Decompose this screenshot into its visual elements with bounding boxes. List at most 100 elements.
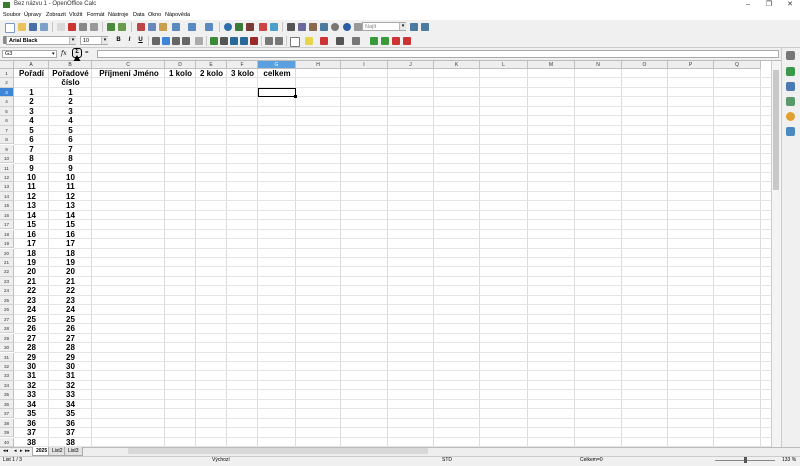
cell-order-number[interactable]: 21 bbox=[49, 277, 92, 286]
column-header-j[interactable]: J bbox=[388, 61, 434, 69]
sidebar-menu-icon[interactable] bbox=[786, 51, 795, 60]
cell-order-number[interactable]: 6 bbox=[49, 135, 92, 144]
sort-descending-icon[interactable] bbox=[246, 23, 254, 31]
cell-rank[interactable]: 27 bbox=[14, 334, 49, 343]
column-header-d[interactable]: D bbox=[165, 61, 196, 69]
cell-rank[interactable]: 2 bbox=[14, 97, 49, 106]
cell-order-number[interactable]: 19 bbox=[49, 258, 92, 267]
styles-icon[interactable] bbox=[786, 82, 795, 91]
cell-order-number[interactable]: 32 bbox=[49, 381, 92, 390]
row-header[interactable]: 25 bbox=[0, 295, 14, 306]
cell-order-number[interactable]: 25 bbox=[49, 315, 92, 324]
cell-order-number[interactable]: 13 bbox=[49, 201, 92, 210]
row-header[interactable]: 17 bbox=[0, 220, 14, 230]
cell-order-number[interactable]: 22 bbox=[49, 286, 92, 295]
align-left-icon[interactable] bbox=[152, 37, 160, 45]
row-header[interactable]: 36 bbox=[0, 399, 14, 410]
menu-help[interactable]: Nápověda bbox=[165, 10, 190, 20]
cell-order-number[interactable]: 10 bbox=[49, 173, 92, 182]
cell-order-number[interactable]: 7 bbox=[49, 145, 92, 154]
merge-cells-icon[interactable] bbox=[195, 37, 203, 45]
cell-order-number[interactable]: 34 bbox=[49, 400, 92, 409]
cell-rank[interactable]: 38 bbox=[14, 438, 49, 447]
zoom-icon[interactable] bbox=[331, 23, 339, 31]
cell-f1-header[interactable]: 3 kolo bbox=[227, 69, 258, 78]
cell-rank[interactable]: 28 bbox=[14, 343, 49, 352]
standard-format-icon[interactable] bbox=[230, 37, 238, 45]
delete-columns-icon[interactable] bbox=[403, 37, 411, 45]
row-header[interactable]: 19 bbox=[0, 239, 14, 249]
font-size-dropdown-icon[interactable]: ▾ bbox=[101, 37, 108, 44]
zoom-slider-knob[interactable] bbox=[744, 457, 747, 463]
cell-rank[interactable]: 8 bbox=[14, 154, 49, 163]
cell-rank[interactable]: 11 bbox=[14, 182, 49, 191]
cell-b2-header[interactable]: číslo bbox=[49, 78, 92, 87]
fill-handle[interactable] bbox=[294, 95, 297, 98]
row-header[interactable]: 22 bbox=[0, 267, 14, 277]
menu-edit[interactable]: Úpravy bbox=[24, 10, 41, 20]
row-header[interactable]: 27 bbox=[0, 314, 14, 324]
cell-order-number[interactable]: 2 bbox=[49, 97, 92, 106]
row-header[interactable]: 2 bbox=[0, 78, 14, 88]
cell-rank[interactable]: 30 bbox=[14, 362, 49, 371]
cell-order-number[interactable]: 18 bbox=[49, 249, 92, 258]
cell-order-number[interactable]: 26 bbox=[49, 324, 92, 333]
status-zoom[interactable]: 133 % bbox=[782, 457, 796, 463]
close-button[interactable]: ✕ bbox=[783, 0, 797, 10]
cell-order-number[interactable]: 37 bbox=[49, 428, 92, 437]
first-sheet-icon[interactable]: ◂◂ bbox=[3, 448, 8, 454]
sort-ascending-icon[interactable] bbox=[235, 23, 243, 31]
background-color-icon[interactable] bbox=[305, 37, 313, 45]
row-header[interactable]: 37 bbox=[0, 409, 14, 419]
underline-button[interactable]: U bbox=[136, 36, 145, 45]
cell-rank[interactable]: 4 bbox=[14, 116, 49, 125]
equals-button[interactable]: = bbox=[85, 50, 89, 56]
properties-icon[interactable] bbox=[786, 67, 795, 76]
save-icon[interactable] bbox=[29, 23, 37, 31]
spreadsheet-grid[interactable]: ABCDEFGHIJKLMNOPQ 1 2 3 4 5 6 7 8 9 10 11 12 13 14 15 1… bbox=[0, 61, 771, 447]
horizontal-scrollbar[interactable] bbox=[128, 448, 428, 454]
align-right-icon[interactable] bbox=[172, 37, 180, 45]
clone-format-icon[interactable] bbox=[172, 23, 180, 31]
column-header-p[interactable]: P bbox=[668, 61, 714, 69]
row-header[interactable]: 38 bbox=[0, 418, 14, 428]
export-pdf-icon[interactable] bbox=[68, 23, 76, 31]
paste-icon[interactable] bbox=[159, 23, 167, 31]
sheet-tab-list3[interactable]: List3 bbox=[64, 447, 83, 456]
row-header[interactable]: 15 bbox=[0, 201, 14, 211]
align-center-icon[interactable] bbox=[162, 37, 170, 45]
copy-icon[interactable] bbox=[148, 23, 156, 31]
cell-rank[interactable]: 10 bbox=[14, 173, 49, 182]
status-sum[interactable]: Celkem=0 bbox=[580, 457, 603, 463]
last-sheet-icon[interactable]: ▸▸ bbox=[25, 448, 30, 454]
minimize-button[interactable]: – bbox=[741, 0, 755, 10]
row-header[interactable]: 3 bbox=[0, 87, 14, 98]
delete-decimal-icon[interactable] bbox=[250, 37, 258, 45]
column-header-c[interactable]: C bbox=[92, 61, 165, 69]
cell-c1-header[interactable]: Příjmení Jméno bbox=[92, 69, 166, 78]
new-document-icon[interactable] bbox=[5, 23, 15, 33]
row-header[interactable]: 39 bbox=[0, 428, 14, 438]
insert-rows-icon[interactable] bbox=[370, 37, 378, 45]
cell-rank[interactable]: 14 bbox=[14, 211, 49, 220]
gallery-icon[interactable] bbox=[309, 23, 317, 31]
currency-format-icon[interactable] bbox=[210, 37, 218, 45]
find-next-icon[interactable] bbox=[410, 23, 418, 31]
prev-sheet-icon[interactable]: ◂ bbox=[14, 448, 17, 454]
cell-rank[interactable]: 1 bbox=[14, 88, 49, 97]
cell-order-number[interactable]: 33 bbox=[49, 390, 92, 399]
cell-d1-header[interactable]: 1 kolo bbox=[165, 69, 196, 78]
row-header[interactable]: 12 bbox=[0, 172, 14, 183]
menu-tools[interactable]: Nástroje bbox=[108, 10, 128, 20]
cell-order-number[interactable]: 28 bbox=[49, 343, 92, 352]
column-header-a[interactable]: A bbox=[14, 61, 49, 69]
cell-order-number[interactable]: 3 bbox=[49, 107, 92, 116]
row-header[interactable]: 29 bbox=[0, 333, 14, 343]
row-header[interactable]: 24 bbox=[0, 286, 14, 296]
select-all-corner[interactable] bbox=[0, 61, 14, 69]
justify-icon[interactable] bbox=[182, 37, 190, 45]
cell-order-number[interactable]: 35 bbox=[49, 409, 92, 418]
formula-input[interactable] bbox=[97, 50, 779, 58]
row-header[interactable]: 5 bbox=[0, 106, 14, 117]
bold-button[interactable]: B bbox=[114, 36, 123, 45]
